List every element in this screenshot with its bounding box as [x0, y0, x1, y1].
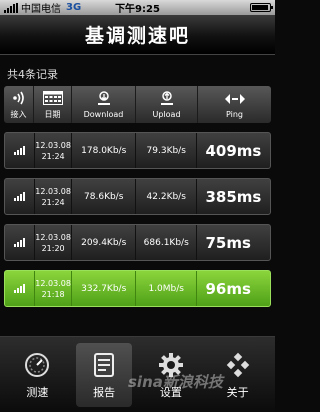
column-label: Ping [225, 109, 244, 119]
about-icon [224, 351, 252, 379]
column-label: 接入 [10, 109, 27, 119]
download-cell: 209.4Kb/s [72, 225, 136, 260]
signal-bars-icon [13, 284, 25, 293]
status-bar: 中国电信 3G 下午9:25 [0, 0, 275, 15]
record-date: 12.03.08 [35, 278, 71, 288]
ping-cell: 409ms [205, 141, 262, 160]
record-count: 共4条记录 [7, 68, 58, 81]
column-label: 日期 [44, 109, 61, 119]
title-bar: 基调测速吧 [0, 15, 275, 55]
page-title: 基调测速吧 [84, 25, 190, 47]
download-icon [97, 90, 111, 107]
ping-cell: 385ms [205, 187, 262, 206]
signal-bars-icon [13, 238, 25, 247]
network-type: 3G [66, 2, 82, 13]
column-header-date[interactable]: 日期 [34, 86, 72, 123]
upload-cell: 42.2Kb/s [136, 179, 198, 214]
tab-label: 报告 [93, 385, 116, 399]
download-cell: 78.6Kb/s [72, 179, 136, 214]
signal-bars-icon [13, 192, 25, 201]
tab-label: 测速 [26, 385, 49, 399]
column-label: Download [83, 109, 124, 119]
access-cell [5, 179, 35, 214]
download-cell: 332.7Kb/s [72, 271, 136, 306]
upload-icon [160, 90, 174, 107]
signal-strength-icon [4, 2, 18, 13]
tab-label: 关于 [226, 385, 249, 399]
record-time: 21:24 [41, 197, 65, 207]
record-date: 12.03.08 [35, 186, 71, 196]
date-cell: 12.03.08 21:18 [35, 271, 73, 306]
table-row[interactable]: 12.03.08 21:20 209.4Kb/s 686.1Kb/s 75ms [4, 224, 271, 261]
date-cell: 12.03.08 21:24 [35, 133, 73, 168]
record-date: 12.03.08 [35, 232, 71, 242]
speedometer-icon [23, 351, 51, 379]
access-cell [5, 271, 35, 306]
record-time: 21:18 [41, 289, 65, 299]
table-row[interactable]: 12.03.08 21:24 178.0Kb/s 79.3Kb/s 409ms [4, 132, 271, 169]
signal-bars-icon [13, 146, 25, 155]
battery-icon [250, 3, 273, 12]
watermark: sina新浪科技 [128, 373, 223, 391]
signal-access-icon [11, 90, 27, 106]
ping-cell: 75ms [205, 233, 251, 252]
access-cell [5, 133, 35, 168]
upload-cell: 686.1Kb/s [136, 225, 198, 260]
upload-cell: 79.3Kb/s [136, 133, 198, 168]
record-list: 12.03.08 21:24 178.0Kb/s 79.3Kb/s 409ms … [4, 132, 271, 316]
tab-report[interactable]: 报告 [76, 343, 133, 407]
record-time: 21:20 [41, 243, 65, 253]
access-cell [5, 225, 35, 260]
column-header-ping[interactable]: Ping [198, 86, 271, 123]
table-row-highlighted[interactable]: 12.03.08 21:18 332.7Kb/s 1.0Mb/s 96ms [4, 270, 271, 307]
table-header: 接入 日期 Download Upload Ping [4, 86, 271, 123]
record-date: 12.03.08 [35, 140, 71, 150]
ping-cell: 96ms [205, 279, 251, 298]
ping-icon [224, 91, 246, 107]
column-header-upload[interactable]: Upload [136, 86, 198, 123]
download-cell: 178.0Kb/s [72, 133, 136, 168]
report-icon [90, 351, 118, 379]
calendar-icon [42, 90, 63, 106]
column-header-access[interactable]: 接入 [4, 86, 34, 123]
carrier-name: 中国电信 [21, 4, 61, 15]
table-row[interactable]: 12.03.08 21:24 78.6Kb/s 42.2Kb/s 385ms [4, 178, 271, 215]
column-header-download[interactable]: Download [72, 86, 136, 123]
column-label: Upload [152, 109, 181, 119]
upload-cell: 1.0Mb/s [136, 271, 198, 306]
date-cell: 12.03.08 21:24 [35, 179, 73, 214]
date-cell: 12.03.08 21:20 [35, 225, 73, 260]
tab-speedtest[interactable]: 测速 [9, 343, 65, 407]
record-time: 21:24 [41, 151, 65, 161]
